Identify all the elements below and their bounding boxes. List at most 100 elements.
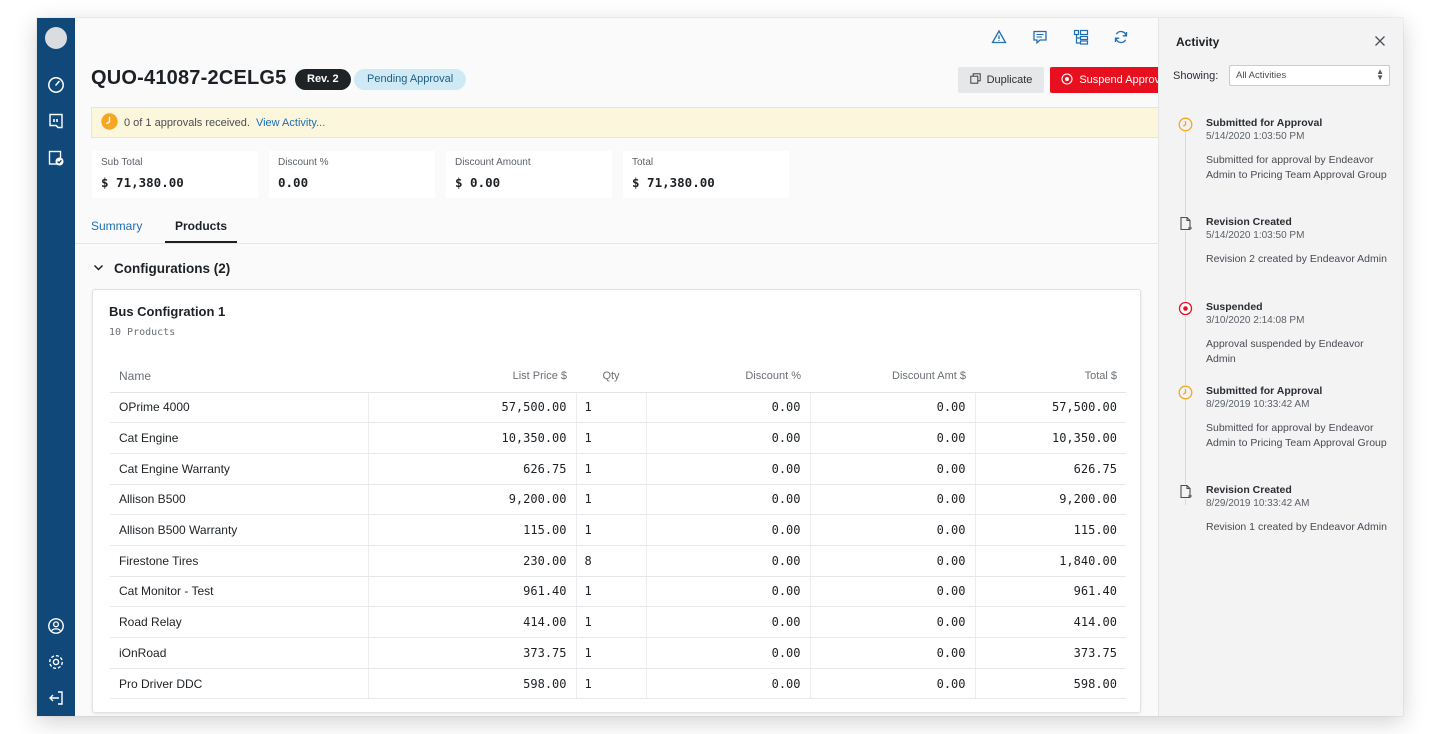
tab-summary[interactable]: Summary [91,219,142,233]
timeline-line [1185,130,1186,505]
product-count: 10 Products [109,327,176,338]
discount-amount-cell: 0.00 [809,637,975,669]
table-row[interactable]: Cat Monitor - Test 961.40 1 0.00 0.00 961.40 [110,576,1126,608]
discount-percent-cell: 0.00 [645,484,810,516]
stat-discount-amount: Discount Amount $ 0.00 [446,151,612,198]
comment-icon[interactable] [1031,28,1049,46]
discount-amount-cell: 0.00 [809,576,975,608]
column-header-discount-percent[interactable]: Discount % [646,361,810,393]
column-header-discount-amount[interactable]: Discount Amt $ [810,361,975,393]
table-row[interactable]: OPrime 4000 57,500.00 1 0.00 0.00 57,500.00 [110,392,1126,424]
stat-subtotal: Sub Total $ 71,380.00 [92,151,258,198]
suspend-label: Suspend Approval [1079,74,1169,86]
quantity-cell: 1 [575,606,646,638]
product-name-cell: Cat Monitor - Test [110,576,368,608]
column-header-list-price[interactable]: List Price $ [368,361,576,393]
activity-title: Activity [1176,35,1220,49]
table-row[interactable]: Cat Engine Warranty 626.75 1 0.00 0.00 626.75 [110,453,1126,485]
line-total-cell: 1,840.00 [974,545,1126,577]
line-total-cell: 961.40 [974,576,1126,608]
discount-amount-cell: 0.00 [809,668,975,700]
warning-icon[interactable] [990,28,1008,46]
clock-icon [1178,385,1193,400]
column-header-name[interactable]: Name [110,361,368,393]
activity-item-date: 5/14/2020 1:03:50 PM [1206,230,1305,241]
table-row[interactable]: Pro Driver DDC 598.00 1 0.00 0.00 598.00 [110,668,1126,700]
list-price-cell: 230.00 [367,545,576,577]
table-row[interactable]: Allison B500 9,200.00 1 0.00 0.00 9,200.00 [110,484,1126,516]
dashboard-icon[interactable] [46,75,66,95]
column-header-total[interactable]: Total $ [975,361,1126,393]
document-add-icon [1178,484,1193,499]
line-total-cell: 57,500.00 [974,392,1126,424]
line-total-cell: 373.75 [974,637,1126,669]
product-name-cell: OPrime 4000 [110,392,368,424]
stop-icon [1178,301,1193,316]
avatar[interactable] [45,27,67,49]
configurations-toggle[interactable]: Configurations (2) [93,261,230,276]
document-add-icon [1178,216,1193,231]
column-header-qty[interactable]: Qty [576,361,646,393]
approval-message: 0 of 1 approvals received. [124,116,250,129]
profile-icon[interactable] [46,616,66,636]
refresh-icon[interactable] [1112,28,1130,46]
product-name-cell: Firestone Tires [110,545,368,577]
logout-icon[interactable] [46,688,66,708]
clock-icon [101,112,118,133]
discount-percent-cell: 0.00 [645,545,810,577]
activity-item-description: Submitted for approval by Endeavor Admin… [1206,154,1387,181]
table-row[interactable]: iOnRoad 373.75 1 0.00 0.00 373.75 [110,637,1126,669]
tab-products[interactable]: Products [165,219,237,243]
activity-item-description: Submitted for approval by Endeavor Admin… [1206,422,1387,449]
activity-panel: Activity Showing: All Activities ▲ ▼ Subm… [1158,18,1403,716]
nav-rail [37,18,75,716]
activity-item-title: Submitted for Approval [1206,385,1323,397]
list-price-cell: 626.75 [367,453,576,485]
layout-icon[interactable] [1072,28,1090,46]
list-price-cell: 57,500.00 [367,392,576,424]
table-row[interactable]: Firestone Tires 230.00 8 0.00 0.00 1,840.00 [110,545,1126,577]
discount-amount-cell: 0.00 [809,484,975,516]
stat-label: Total [632,157,654,168]
list-price-cell: 598.00 [367,668,576,700]
duplicate-label: Duplicate [986,74,1033,86]
line-total-cell: 9,200.00 [974,484,1126,516]
table-row[interactable]: Cat Engine 10,350.00 1 0.00 0.00 10,350.00 [110,422,1126,454]
stat-label: Discount % [278,157,329,168]
list-price-cell: 414.00 [367,606,576,638]
table-row[interactable]: Road Relay 414.00 1 0.00 0.00 414.00 [110,606,1126,638]
select-arrows-icon: ▲ ▼ [1376,67,1384,82]
activity-item-title: Submitted for Approval [1206,117,1323,129]
approvals-icon[interactable] [46,148,66,168]
product-name-cell: iOnRoad [110,637,368,669]
quotes-icon[interactable] [46,111,66,131]
duplicate-button[interactable]: Duplicate [958,67,1044,93]
settings-icon[interactable] [46,652,66,672]
discount-amount-cell: 0.00 [809,453,975,485]
discount-amount-cell: 0.00 [809,392,975,424]
activity-item-description: Revision 1 created by Endeavor Admin [1206,521,1387,533]
discount-amount-cell: 0.00 [809,422,975,454]
discount-percent-cell: 0.00 [645,392,810,424]
discount-amount-cell: 0.00 [809,606,975,638]
table-row[interactable]: Allison B500 Warranty 115.00 1 0.00 0.00 115.… [110,514,1126,546]
product-name-cell: Allison B500 [110,484,368,516]
discount-percent-cell: 0.00 [645,453,810,485]
activity-item-date: 5/14/2020 1:03:50 PM [1206,131,1305,142]
discount-percent-cell: 0.00 [645,576,810,608]
product-name-cell: Pro Driver DDC [110,668,368,700]
approval-status-bar: 0 of 1 approvals received. View Activity… [91,107,1180,138]
close-icon[interactable] [1373,34,1387,48]
stat-discount-percent: Discount % 0.00 [269,151,435,198]
configurations-heading: Configurations (2) [114,261,231,276]
stat-total: Total $ 71,380.00 [623,151,789,198]
activity-filter-select[interactable]: All Activities ▲ ▼ [1229,65,1390,86]
line-total-cell: 626.75 [974,453,1126,485]
discount-percent-cell: 0.00 [645,606,810,638]
tabs-divider [75,243,1158,244]
list-price-cell: 10,350.00 [367,422,576,454]
app-window: QUO-41087-2CELG5 Rev. 2 Pending Approval… [37,18,1403,716]
activity-item-description: Approval suspended by Endeavor Admin [1206,338,1364,365]
products-table: Name List Price $ Qty Discount % Discoun… [110,361,1126,700]
view-activity-link[interactable]: View Activity... [256,117,325,129]
